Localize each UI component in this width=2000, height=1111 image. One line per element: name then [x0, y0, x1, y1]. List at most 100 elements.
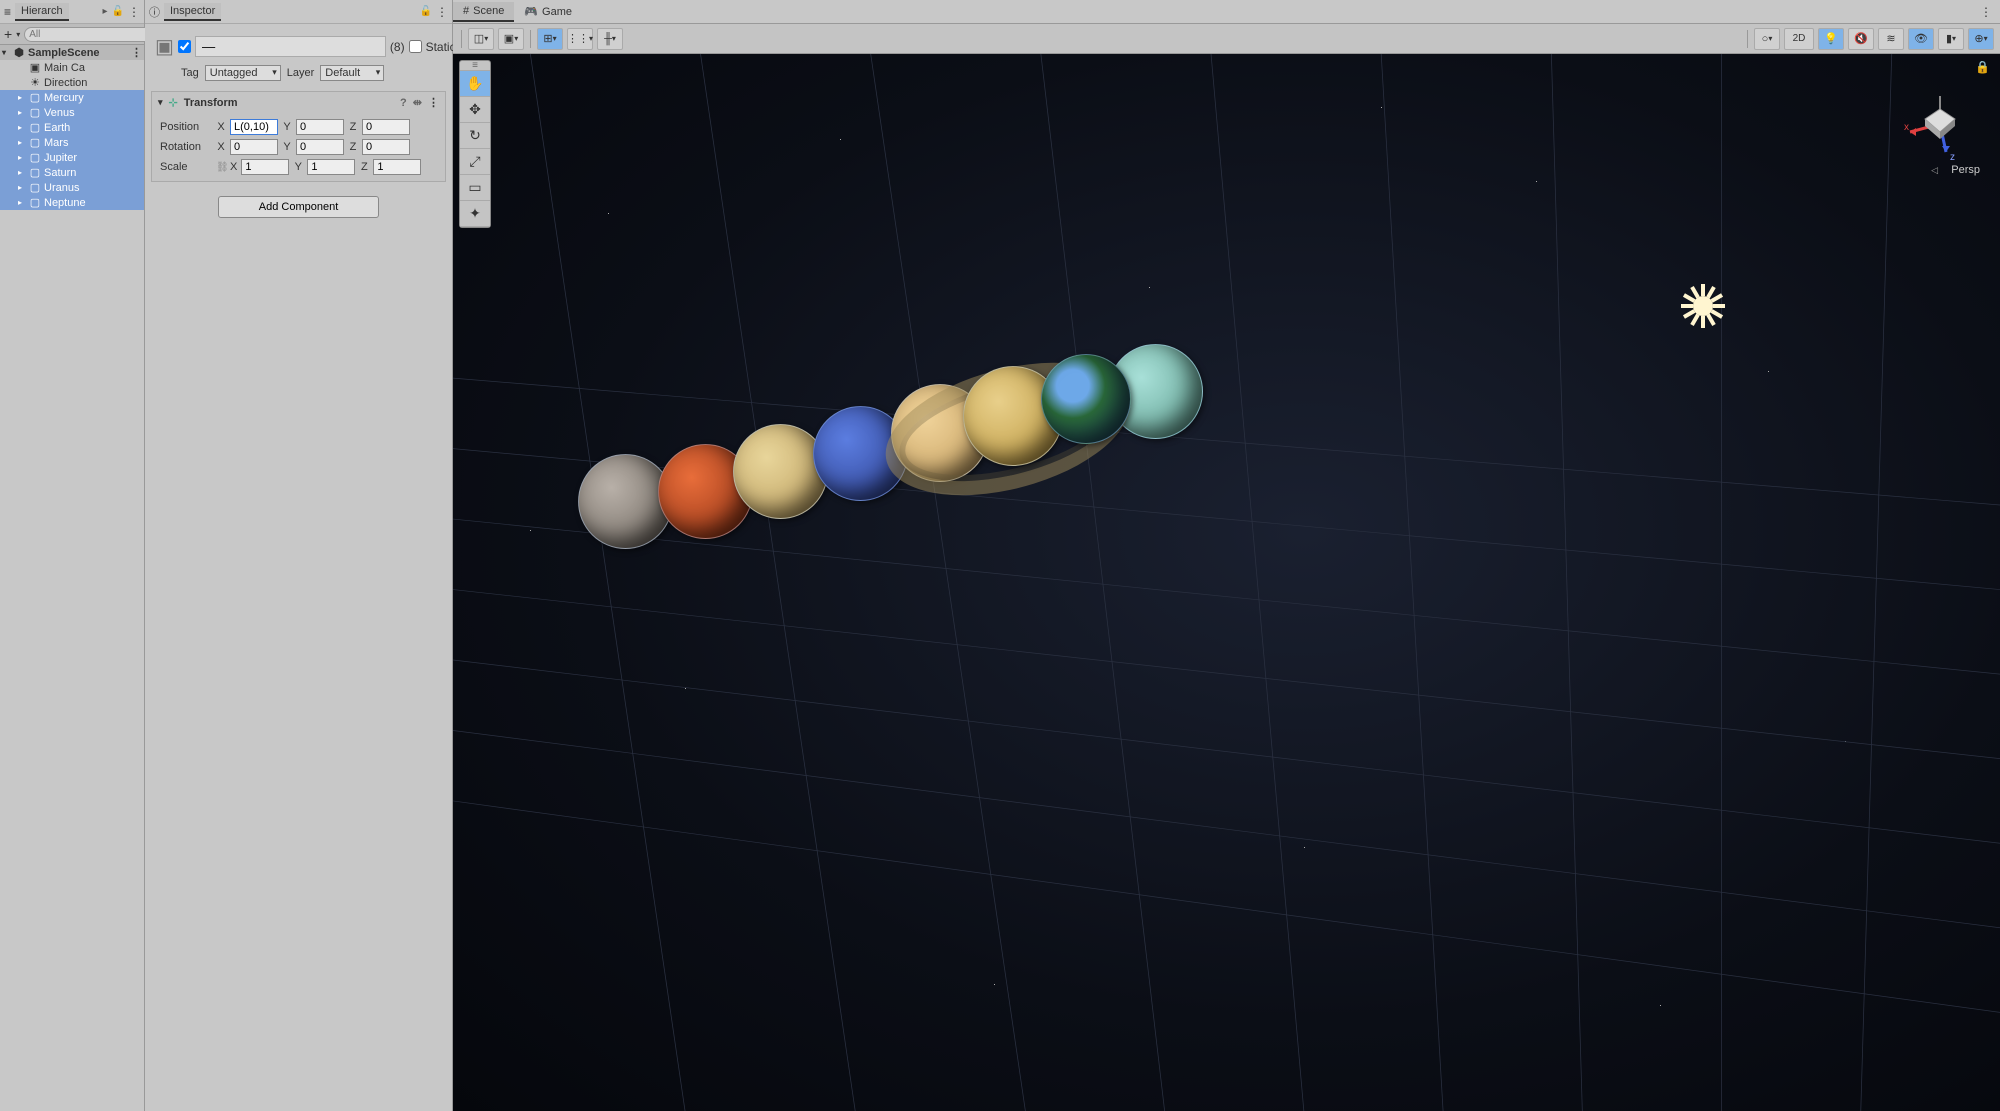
snap-increment-button[interactable]: ⋮⋮▾	[567, 28, 593, 50]
fx-toggle-button[interactable]: ≋	[1878, 28, 1904, 50]
inspector-lock-icon[interactable]: 🔓	[420, 6, 432, 17]
grid-visibility-button[interactable]: ╫▾	[597, 28, 623, 50]
scale-tool-button[interactable]: ⤢	[460, 149, 490, 175]
gamepad-icon: 🎮	[524, 5, 538, 18]
expand-arrow-icon[interactable]: ▾	[2, 48, 12, 57]
component-foldout-icon[interactable]: ▾	[158, 97, 163, 108]
tag-dropdown[interactable]: Untagged	[205, 65, 281, 81]
hierarchy-item-uranus[interactable]: ▸▢Uranus	[0, 180, 144, 195]
planets-group[interactable]	[453, 54, 2000, 1111]
add-component-button[interactable]: Add Component	[218, 196, 380, 218]
transform-title: Transform	[184, 97, 238, 109]
scene-root[interactable]: ▾ ⬢ SampleScene ⋮	[0, 45, 144, 60]
y-axis-label: Y	[282, 121, 292, 133]
hierarchy-item-neptune[interactable]: ▸▢Neptune	[0, 195, 144, 210]
draw-mode-button[interactable]: ◫▾	[468, 28, 494, 50]
expand-arrow-icon[interactable]: ▸	[18, 123, 28, 132]
gameobject-icon: ▢	[28, 106, 42, 119]
debug-draw-button[interactable]: ○▾	[1754, 28, 1780, 50]
layer-dropdown[interactable]: Default	[320, 65, 384, 81]
directional-light-gizmo[interactable]	[1681, 284, 1725, 328]
viewport-lock-icon[interactable]: 🔒	[1975, 60, 1990, 74]
component-menu-icon[interactable]: ⋮	[428, 96, 439, 109]
rotation-label: Rotation	[160, 141, 212, 153]
game-tab-label: Game	[542, 6, 572, 18]
position-x-input[interactable]	[230, 119, 278, 135]
palette-drag-handle[interactable]	[460, 61, 490, 71]
scale-link-icon[interactable]: ⛓	[216, 162, 226, 173]
scene-viewport[interactable]: ✋ ✥ ↻ ⤢ ▭ ✦ x z	[453, 54, 2000, 1111]
hierarchy-icon: ≡	[4, 5, 11, 19]
rotation-y-input[interactable]	[296, 139, 344, 155]
rotation-z-input[interactable]	[362, 139, 410, 155]
hierarchy-tab[interactable]: Hierarch	[15, 3, 69, 21]
add-dropdown-icon[interactable]: ▾	[16, 30, 20, 39]
gizmos-button[interactable]: ⊕▾	[1968, 28, 1994, 50]
expand-arrow-icon[interactable]: ▸	[18, 183, 28, 192]
hierarchy-lock-icon[interactable]: 🔓	[112, 6, 124, 17]
hierarchy-item-mercury[interactable]: ▸▢Mercury	[0, 90, 144, 105]
scene-panel: # Scene 🎮 Game ⋮ ◫▾ ▣▾ ⊞▾ ⋮⋮▾ ╫▾ ○▾ 2D 💡…	[453, 0, 2000, 1111]
add-icon[interactable]: +	[4, 26, 12, 42]
hierarchy-item-direction[interactable]: ☀Direction	[0, 75, 144, 90]
hierarchy-item-label: Direction	[44, 77, 87, 89]
scale-x-input[interactable]	[241, 159, 289, 175]
hierarchy-item-earth[interactable]: ▸▢Earth	[0, 120, 144, 135]
expand-arrow-icon[interactable]: ▸	[18, 138, 28, 147]
scale-z-input[interactable]	[373, 159, 421, 175]
camera-settings-button[interactable]: ▮▾	[1938, 28, 1964, 50]
transform-tool-button[interactable]: ✦	[460, 201, 490, 227]
tab-scene[interactable]: # Scene	[453, 2, 514, 22]
expand-arrow-icon[interactable]: ▸	[18, 93, 28, 102]
hierarchy-item-venus[interactable]: ▸▢Venus	[0, 105, 144, 120]
position-y-input[interactable]	[296, 119, 344, 135]
static-checkbox[interactable]	[409, 40, 422, 53]
expand-arrow-icon[interactable]: ▸	[18, 198, 28, 207]
expand-arrow-icon[interactable]: ▸	[18, 108, 28, 117]
persp-arrow-icon[interactable]: ◁	[1931, 165, 1938, 176]
inspector-menu-icon[interactable]: ⋮	[436, 5, 448, 19]
hierarchy-tree: ▾ ⬢ SampleScene ⋮ ▣Main Ca☀Direction▸▢Me…	[0, 45, 144, 1111]
rotation-x-input[interactable]	[230, 139, 278, 155]
planet-earth[interactable]	[1041, 354, 1131, 444]
expand-arrow-icon[interactable]: ▸	[18, 168, 28, 177]
inspector-tab[interactable]: Inspector	[164, 3, 221, 21]
gameobject-icon: ▢	[28, 91, 42, 104]
orientation-gizmo[interactable]: x z	[1900, 84, 1980, 174]
gameobject-name-input[interactable]	[195, 36, 386, 57]
hierarchy-item-jupiter[interactable]: ▸▢Jupiter	[0, 150, 144, 165]
shading-mode-button[interactable]: ▣▾	[498, 28, 524, 50]
scene-menu-icon[interactable]: ⋮	[131, 46, 142, 59]
position-z-input[interactable]	[362, 119, 410, 135]
gameobject-icon: ▢	[28, 166, 42, 179]
move-tool-button[interactable]: ✥	[460, 97, 490, 123]
audio-toggle-button[interactable]: 🔇	[1848, 28, 1874, 50]
scene-panel-menu-icon[interactable]: ⋮	[1972, 5, 2000, 19]
planet-venus[interactable]	[733, 424, 828, 519]
hierarchy-item-saturn[interactable]: ▸▢Saturn	[0, 165, 144, 180]
hierarchy-panel: ≡ Hierarch ▸ 🔓 ⋮ + ▾ ⊡ ▾ ⬢ SampleScene ⋮…	[0, 0, 145, 1111]
2d-toggle-button[interactable]: 2D	[1784, 28, 1814, 50]
hidden-objects-button[interactable]: 👁	[1908, 28, 1934, 50]
hand-tool-button[interactable]: ✋	[460, 71, 490, 97]
rect-tool-button[interactable]: ▭	[460, 175, 490, 201]
scale-y-input[interactable]	[307, 159, 355, 175]
expand-arrow-icon[interactable]: ▸	[18, 153, 28, 162]
grid-snap-button[interactable]: ⊞▾	[537, 28, 563, 50]
tool-palette[interactable]: ✋ ✥ ↻ ⤢ ▭ ✦	[459, 60, 491, 228]
tab-game[interactable]: 🎮 Game	[514, 2, 582, 21]
rotate-tool-button[interactable]: ↻	[460, 123, 490, 149]
hierarchy-item-label: Saturn	[44, 167, 76, 179]
hierarchy-next-icon[interactable]: ▸	[103, 6, 108, 17]
perspective-label[interactable]: Persp	[1951, 164, 1980, 176]
component-preset-icon[interactable]: ⇹	[413, 96, 422, 109]
lighting-toggle-button[interactable]: 💡	[1818, 28, 1844, 50]
scene-toolbar: ◫▾ ▣▾ ⊞▾ ⋮⋮▾ ╫▾ ○▾ 2D 💡 🔇 ≋ 👁 ▮▾ ⊕▾	[453, 24, 2000, 54]
hierarchy-menu-icon[interactable]: ⋮	[128, 5, 140, 19]
selection-count: (8)	[390, 40, 405, 54]
inspector-panel: ⓘ Inspector 🔓 ⋮ ▣ (8) Static ▾ Tag Untag…	[145, 0, 453, 1111]
component-help-icon[interactable]: ?	[400, 97, 407, 109]
gameobject-active-checkbox[interactable]	[178, 40, 191, 53]
hierarchy-item-mars[interactable]: ▸▢Mars	[0, 135, 144, 150]
hierarchy-item-main-ca[interactable]: ▣Main Ca	[0, 60, 144, 75]
